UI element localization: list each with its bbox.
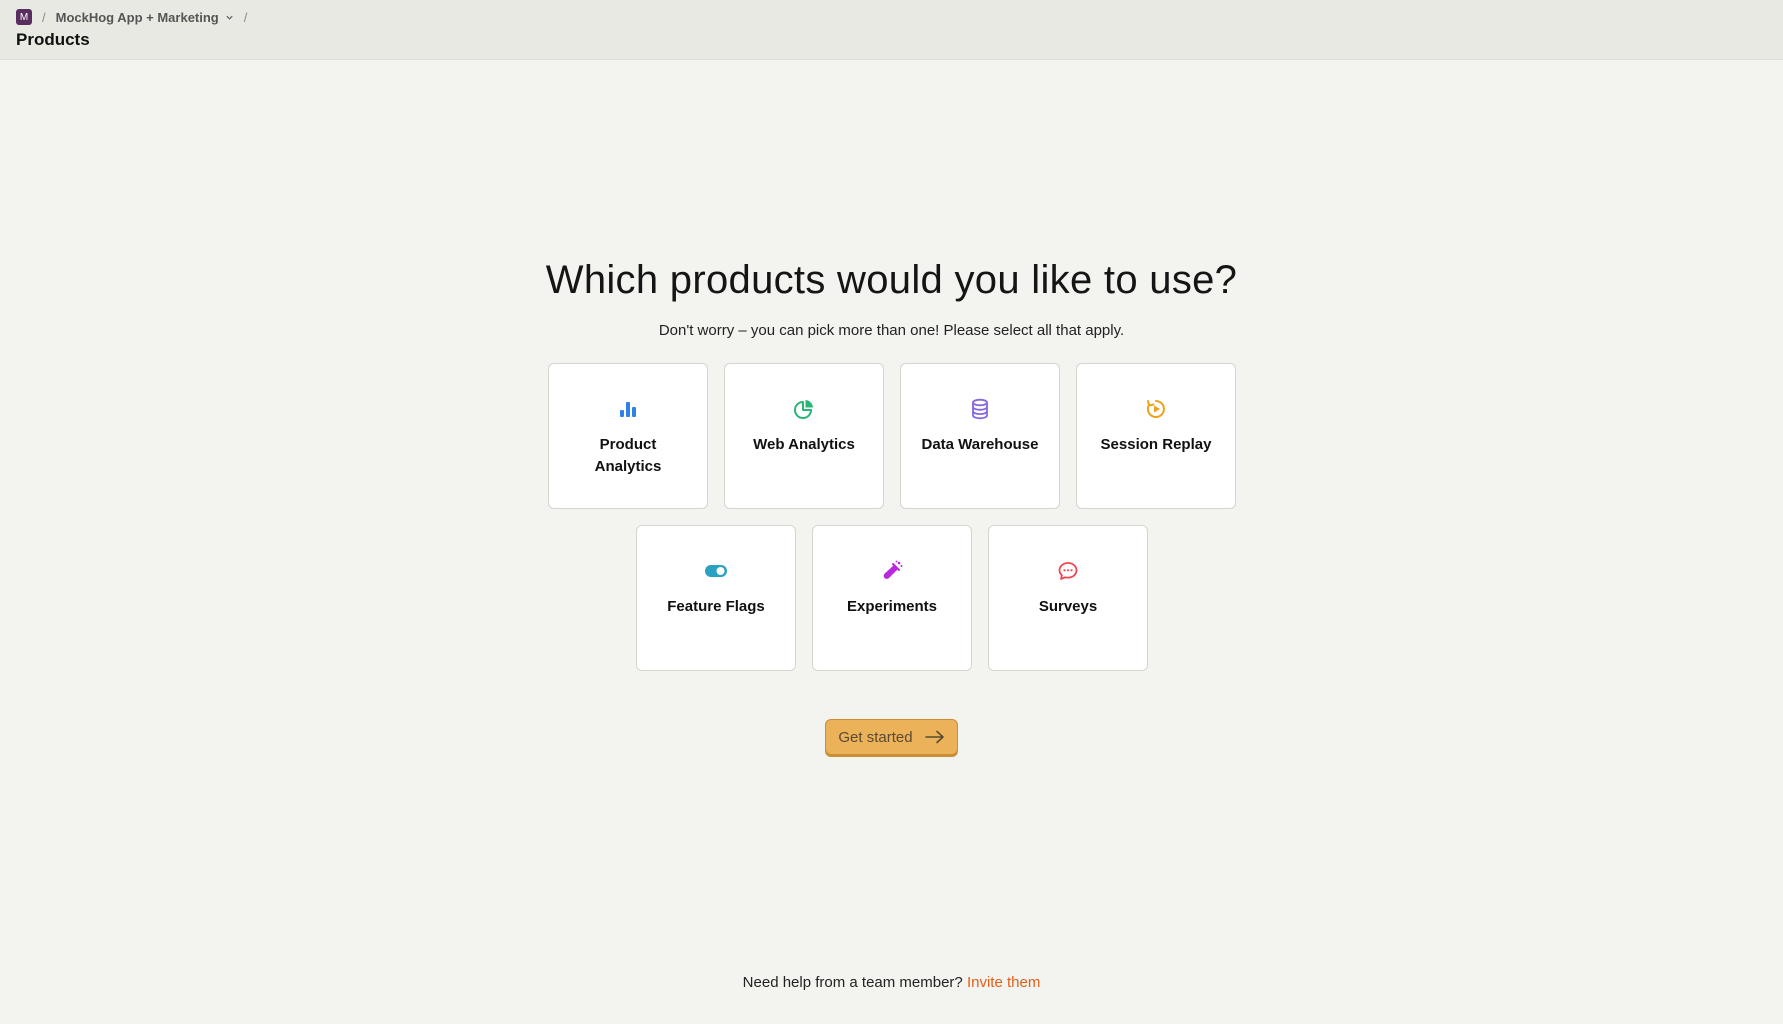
database-icon [970, 398, 990, 420]
product-card-label: Feature Flags [667, 598, 765, 615]
product-card-feature-flags[interactable]: Feature Flags [636, 525, 796, 671]
project-switcher[interactable]: MockHog App + Marketing [56, 10, 234, 25]
arrow-right-icon [924, 730, 945, 744]
team-help-prompt: Need help from a team member? Invite the… [0, 974, 1783, 991]
page-title: Products [16, 30, 90, 49]
project-name: MockHog App + Marketing [55, 9, 219, 25]
product-card-experiments[interactable]: Experiments [812, 525, 972, 671]
breadcrumb-separator: / [42, 9, 46, 25]
toggle-icon [704, 560, 728, 582]
get-started-button[interactable]: Get started [825, 719, 958, 755]
flask-icon [881, 560, 903, 582]
product-card-web-analytics[interactable]: Web Analytics [724, 363, 884, 509]
product-card-label: Experiments [846, 598, 938, 615]
product-card-product-analytics[interactable]: Product Analytics [548, 363, 708, 509]
headline: Which products would you like to use? [545, 258, 1238, 302]
subheadline: Don't worry – you can pick more than one… [658, 322, 1125, 339]
product-card-label: Product Analytics [594, 436, 662, 475]
product-card-data-warehouse[interactable]: Data Warehouse [900, 363, 1060, 509]
help-text: Need help from a team member? [742, 974, 963, 991]
product-card-label: Data Warehouse [921, 436, 1039, 453]
onboarding-content: Which products would you like to use? Do… [0, 60, 1783, 1024]
invite-link[interactable]: Invite them [967, 974, 1040, 991]
chevron-down-icon [225, 13, 234, 22]
product-card-label: Session Replay [1100, 436, 1212, 453]
replay-icon [1145, 398, 1167, 420]
chat-bubble-icon [1057, 560, 1079, 582]
bar-chart-icon [618, 398, 638, 420]
pie-chart-icon [793, 398, 815, 420]
breadcrumb-separator: / [243, 9, 248, 25]
product-card-surveys[interactable]: Surveys [988, 525, 1148, 671]
top-bar: M / MockHog App + Marketing / Products [0, 0, 1783, 60]
product-card-label: Surveys [1038, 598, 1098, 615]
product-card-session-replay[interactable]: Session Replay [1076, 363, 1236, 509]
product-card-label: Web Analytics [753, 436, 855, 453]
org-avatar[interactable]: M [16, 9, 32, 25]
get-started-label: Get started [838, 728, 913, 746]
breadcrumb: M / MockHog App + Marketing / [16, 9, 249, 25]
